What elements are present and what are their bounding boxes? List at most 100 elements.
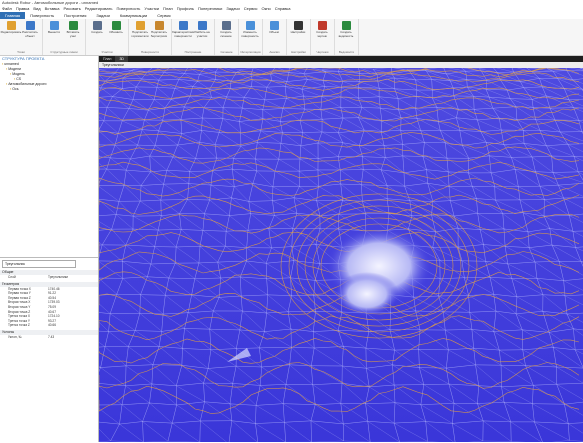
ribbon-button[interactable]: Объем [265,21,283,35]
ribbon-group: Характеристики поверхности Разбить на уча… [172,19,215,55]
ribbon-button[interactable]: Создать сечение [217,21,235,38]
ribbon-button-label: Создать ведомость [338,30,354,38]
ribbon-group-label: Участки [101,50,113,54]
ribbon-group-label: Интерполяция [240,50,261,54]
ribbon-button-label: Вынести [47,30,61,34]
ribbon-tab[interactable]: Сервис [152,12,176,19]
ribbon-button[interactable]: Рассчитать объект [21,21,39,38]
ribbon-group-label: Настройки [291,50,306,54]
ribbon-group-label: Построение [184,50,202,54]
properties-pane: Треугольник Общие Слой Треугольники Геометр… [0,257,98,443]
ribbon: Редактировать Рассчитать объект Точки Вынес… [0,19,583,56]
ribbon-group-label: Точки [17,50,25,54]
ribbon-group-label: Ведомости [338,50,355,54]
ribbon-group: Создать ведомость Ведомости [335,19,359,55]
ribbon-button[interactable]: Создать [88,21,106,35]
edit-points-icon [6,21,16,30]
ribbon-tab[interactable]: Поверхность [25,12,59,19]
hill-peak-2 [335,272,399,316]
ribbon-group-label: Анализ [269,50,280,54]
ribbon-tab[interactable]: Главная [0,12,26,19]
ribbon-button[interactable]: Настройки [289,21,307,35]
window-title: Autodesk Robur - Автомобильные дороги - … [2,0,99,5]
ribbon-button[interactable]: Редактировать [0,21,22,35]
ribbon-tab[interactable]: Построения [59,12,91,19]
ribbon-button[interactable]: Создать ведомость [337,21,355,38]
ribbon-button[interactable]: Подсчитать горизонтали [131,21,149,38]
ribbon-group: Вынести Вставить узел Структурные линии [43,19,86,55]
property-key: Слой [8,275,16,279]
ribbon-group-label: Чертежи [316,50,329,54]
ribbon-button-label: Настройки [290,30,306,34]
properties-grid: Общие Слой Треугольники Геометрия Первая точ… [0,270,98,340]
bergstrich-icon [154,21,164,30]
ribbon-group: Изменить поверхность Интерполяция [239,19,263,55]
property-row[interactable]: Третья точка Z 40.66 [0,323,98,328]
ribbon-button-label: Объем [269,30,279,34]
property-key: Уклон, ‰ [8,334,22,339]
ribbon-group: Подсчитать горизонтали Подсчитать бергштр… [129,19,172,55]
ribbon-tabs: Главная Поверхность Построения Задачи Коммун… [0,12,583,19]
ribbon-button-label: Создать чертеж [316,30,328,38]
ribbon-button[interactable]: Изменить поверхность [241,21,259,38]
ribbon-group: Объем Анализ [263,19,287,55]
section-icon [221,21,231,30]
ribbon-group: Создать Обновить Участки [86,19,129,55]
tree-node-label: CS [16,77,22,81]
property-row[interactable]: Слой Треугольники [0,275,98,280]
ribbon-group: Создать чертеж Чертежи [311,19,335,55]
ribbon-group: Редактировать Рассчитать объект Точки [0,19,43,55]
tree-node-label: Модели [8,67,21,71]
ribbon-button-label: Вставить узел [66,30,80,38]
refresh-icon [111,21,121,30]
ribbon-button[interactable]: Вынести [45,21,63,35]
ribbon-button-label: Подсчитать бергштрихи [150,30,168,38]
project-tree: ▪ unnamed ▪ Модели ▪ Модель ▪ CS ▪ Автомобил… [0,62,98,92]
viewport: План 3D Треугольники [99,56,583,442]
ribbon-button[interactable]: Подсчитать бергштрихи [150,21,168,38]
viewport-layer-label: Треугольники [102,63,124,67]
ribbon-button-label: Характеристики поверхности [171,30,195,38]
split-icon [197,21,207,30]
create-area-icon [92,21,102,30]
ribbon-button[interactable]: Характеристики поверхности [171,21,195,38]
ribbon-button-label: Разбить на участки [194,30,210,38]
ribbon-button-label: Обновить [109,30,123,34]
tree-node-label: unnamed [4,62,19,66]
ribbon-button-label: Создать сечение [220,30,232,38]
surface-props-icon [178,21,188,30]
gear-icon [293,21,303,30]
tree-node-label: Автомобильные дороги [8,82,47,86]
ribbon-group: Настройки Настройки [287,19,311,55]
object-type-select[interactable]: Треугольник [2,260,76,268]
insert-node-icon [68,21,78,30]
contours-icon [135,21,145,30]
tree-node[interactable]: ▪ Ось [2,87,98,92]
ribbon-button-label: Подсчитать горизонтали [131,30,149,38]
ribbon-group: Создать сечение Сечение [215,19,239,55]
ribbon-button-label: Редактировать [0,30,22,34]
ribbon-button[interactable]: Разбить на участки [193,21,211,38]
volume-icon [269,21,279,30]
tree-node-label: Модель [12,72,25,76]
ribbon-group-label: Сечение [220,50,233,54]
ribbon-button-label: Изменить поверхность [241,30,259,38]
ribbon-button[interactable]: Обновить [107,21,125,35]
calc-object-icon [25,21,35,30]
report-icon [341,21,351,30]
ribbon-tab[interactable]: Коммуникации [115,12,152,19]
ribbon-button[interactable]: Создать чертеж [313,21,331,38]
ribbon-tab[interactable]: Задачи [91,12,114,19]
ribbon-group-label: Структурные линии [50,50,78,54]
ribbon-button-label: Рассчитать объект [22,30,38,38]
property-row[interactable]: Уклон, ‰ 7.43 [0,335,98,340]
property-value: 7.43 [48,334,55,339]
property-key: Третья точка Z [8,323,30,328]
lines-icon [49,21,59,30]
ribbon-button-label: Создать [91,30,103,34]
terrain-3d-view[interactable] [99,68,583,442]
ribbon-button[interactable]: Вставить узел [64,21,82,38]
modify-surface-icon [245,21,255,30]
tree-node-label: Ось [12,87,19,91]
drawing-icon [317,21,327,30]
